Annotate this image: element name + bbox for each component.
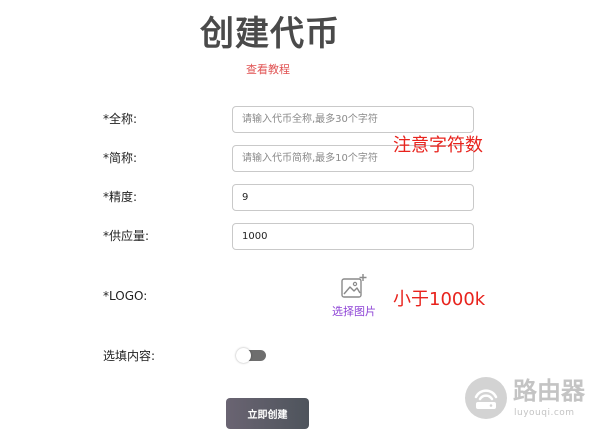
create-token-button[interactable]: 立即创建: [226, 398, 309, 429]
watermark: 路由器 luyouqi.com: [463, 375, 593, 425]
watermark-url: luyouqi.com: [514, 408, 575, 418]
toggle-knob: [236, 348, 251, 363]
watermark-name: 路由器: [513, 377, 585, 405]
logo-upload-label: 选择图片: [332, 305, 376, 318]
image-add-icon: [341, 274, 367, 298]
precision-input[interactable]: [232, 184, 474, 211]
logo-annotation: 小于1000k: [393, 289, 486, 310]
view-tutorial-link[interactable]: 查看教程: [246, 62, 290, 78]
precision-label: *精度:: [103, 190, 138, 204]
logo-label: *LOGO:: [103, 289, 148, 303]
fullname-label: *全称:: [103, 112, 138, 126]
shortname-annotation: 注意字符数: [393, 135, 483, 156]
page-title: 创建代币: [200, 14, 340, 54]
shortname-label: *简称:: [103, 151, 138, 165]
router-logo-icon: [465, 377, 507, 419]
supply-label: *供应量:: [103, 229, 150, 243]
supply-input[interactable]: [232, 223, 474, 250]
optional-label: 选填内容:: [103, 349, 156, 363]
logo-upload-button[interactable]: 选择图片: [330, 272, 380, 322]
optional-toggle[interactable]: [236, 348, 266, 363]
fullname-input[interactable]: [232, 106, 474, 133]
